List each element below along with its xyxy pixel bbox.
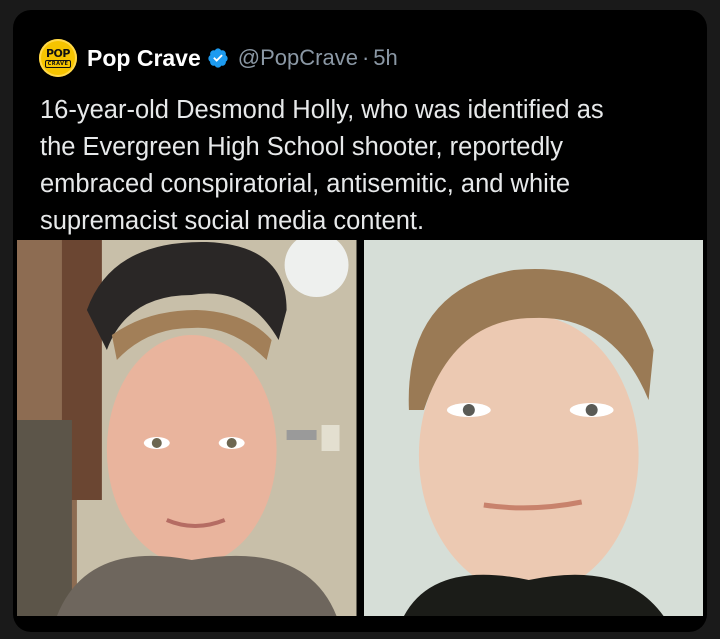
avatar-logo-subtext: CRAVE — [44, 60, 72, 68]
author-name[interactable]: Pop Crave — [87, 45, 201, 72]
avatar-logo-text: POP — [46, 47, 70, 60]
separator-dot: · — [361, 45, 370, 70]
timestamp[interactable]: 5h — [373, 45, 397, 71]
tweet-card[interactable]: POP CRAVE Pop Crave @PopCrave · 5h 16-ye… — [13, 10, 707, 632]
selfie-photo-illustration — [17, 240, 357, 616]
verified-badge-icon — [208, 48, 228, 68]
tweet-text: 16-year-old Desmond Holly, who was ident… — [40, 96, 604, 235]
tweet-header: POP CRAVE Pop Crave @PopCrave · 5h — [39, 38, 398, 78]
media-photo-1[interactable] — [17, 240, 357, 616]
id-photo-illustration — [363, 240, 703, 616]
avatar[interactable]: POP CRAVE — [39, 39, 77, 77]
media-photo-2[interactable] — [363, 240, 703, 616]
media-grid — [17, 240, 703, 616]
author-handle[interactable]: @PopCrave — [238, 45, 358, 71]
